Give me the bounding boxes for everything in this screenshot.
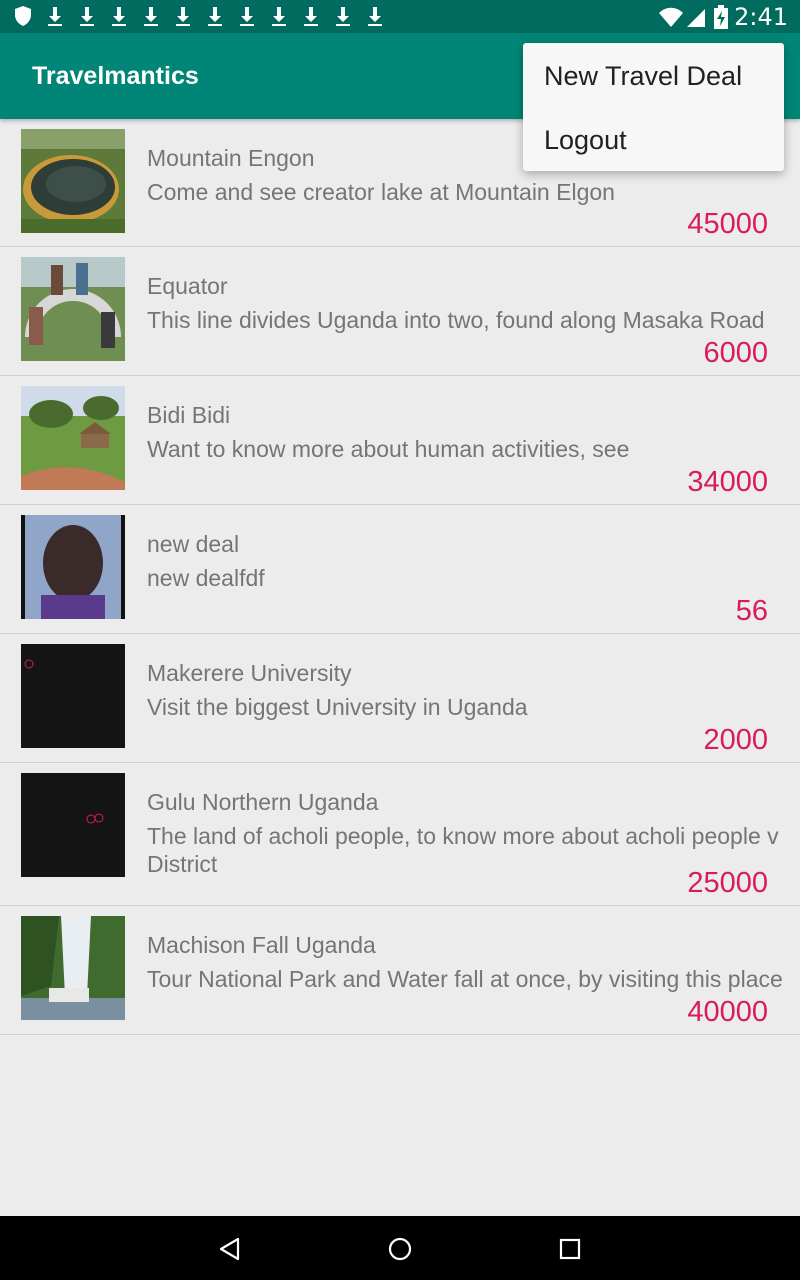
- deal-description: The land of acholi people, to know more …: [147, 823, 779, 849]
- download-icon: [48, 7, 62, 26]
- deal-image: [21, 644, 125, 748]
- download-icon: [208, 7, 222, 26]
- deal-name: Bidi Bidi: [147, 402, 231, 428]
- download-icon: [144, 7, 158, 26]
- deal-description: new dealfdf: [147, 565, 265, 591]
- deal-image: [21, 773, 125, 877]
- deal-name: Mountain Engon: [147, 145, 315, 171]
- download-icon: [112, 7, 126, 26]
- battery-charging-icon: [714, 5, 729, 29]
- home-icon[interactable]: [387, 1236, 413, 1262]
- overflow-menu: New Travel Deal Logout: [523, 43, 784, 171]
- deal-image: [21, 386, 125, 490]
- download-icon: [304, 7, 318, 26]
- deal-price: 6000: [703, 337, 768, 369]
- wifi-icon: [659, 7, 684, 27]
- deal-description: This line divides Uganda into two, found…: [147, 307, 765, 333]
- deal-price: 25000: [687, 867, 768, 899]
- deal-name: Makerere University: [147, 660, 352, 686]
- menu-item-new-travel-deal[interactable]: New Travel Deal: [544, 61, 742, 92]
- deal-name: Equator: [147, 273, 228, 299]
- deal-description: Visit the biggest University in Uganda: [147, 694, 528, 720]
- navigation-bar: [0, 1216, 800, 1280]
- deals-list[interactable]: Mountain Engon Come and see creator lake…: [0, 119, 800, 1035]
- download-icon: [336, 7, 350, 26]
- download-icon: [272, 7, 286, 26]
- deal-description: Come and see creator lake at Mountain El…: [147, 179, 615, 205]
- deal-row[interactable]: Gulu Northern Uganda The land of acholi …: [0, 763, 800, 906]
- status-clock: 2:41: [734, 3, 788, 31]
- status-bar: 2:41: [0, 0, 800, 33]
- deal-image: [21, 129, 125, 233]
- download-icon: [176, 7, 190, 26]
- deal-image: [21, 257, 125, 361]
- deal-price: 2000: [703, 724, 768, 756]
- deal-row[interactable]: new deal new dealfdf 56: [0, 505, 800, 634]
- deal-price: 56: [735, 595, 768, 627]
- deal-name: Machison Fall Uganda: [147, 932, 376, 958]
- deal-image: [21, 515, 125, 619]
- deal-name: Gulu Northern Uganda: [147, 789, 379, 815]
- download-icon: [240, 7, 254, 26]
- menu-item-logout[interactable]: Logout: [544, 125, 627, 156]
- deal-row[interactable]: Bidi Bidi Want to know more about human …: [0, 376, 800, 505]
- deal-description: Want to know more about human activities…: [147, 436, 630, 462]
- deal-row[interactable]: Makerere University Visit the biggest Un…: [0, 634, 800, 763]
- deal-image: [21, 916, 125, 1020]
- download-icon: [368, 7, 382, 26]
- cell-signal-icon: [687, 9, 706, 27]
- back-icon[interactable]: [217, 1236, 243, 1262]
- download-icon: [80, 7, 94, 26]
- app-title: Travelmantics: [32, 62, 199, 90]
- deal-price: 45000: [687, 208, 768, 240]
- deal-price: 40000: [687, 996, 768, 1028]
- notification-icons: [14, 5, 397, 27]
- deal-price: 34000: [687, 466, 768, 498]
- deal-name: new deal: [147, 531, 240, 557]
- deal-row[interactable]: Equator This line divides Uganda into tw…: [0, 247, 800, 376]
- deal-description: Tour National Park and Water fall at onc…: [147, 966, 783, 992]
- recents-icon[interactable]: [557, 1236, 583, 1262]
- system-icons: 2:41: [658, 3, 788, 31]
- deal-row[interactable]: Machison Fall Uganda Tour National Park …: [0, 906, 800, 1035]
- deal-description-line2: District: [147, 851, 218, 877]
- shield-icon: [15, 6, 31, 26]
